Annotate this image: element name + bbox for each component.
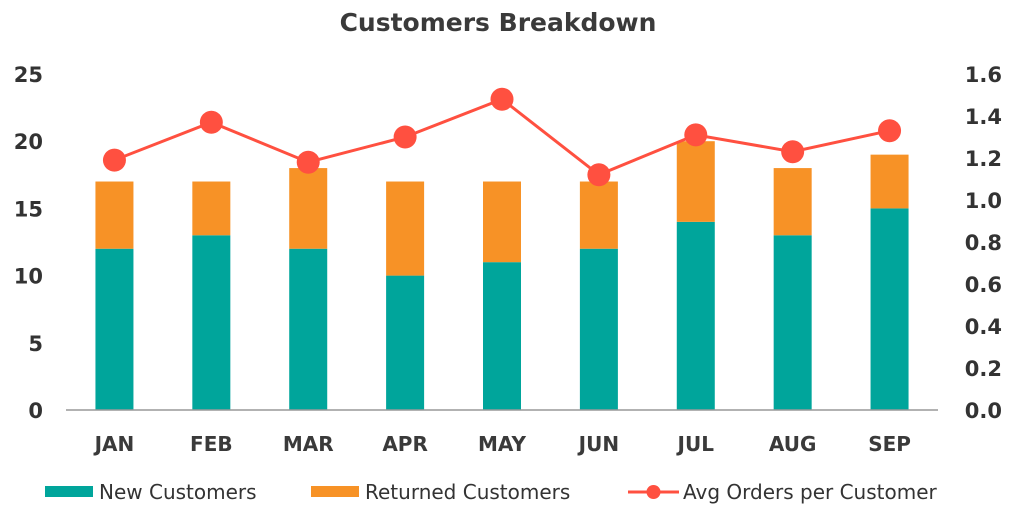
bar-new-customers [192,235,231,410]
legend-marker [646,485,661,499]
avg-orders-point [296,150,320,174]
category-label: APR [382,432,428,456]
avg-orders-point [587,163,611,187]
category-label: MAR [283,432,334,456]
bar-returned-customers [95,181,134,249]
bar-returned-customers [289,168,328,249]
bar-returned-customers [676,141,715,222]
left-tick-label: 0 [28,399,43,423]
legend-returned-customers: Returned Customers [311,480,570,504]
bar-new-customers [676,221,715,410]
bar-returned-customers [870,154,909,209]
avg-orders-point [102,148,126,172]
category-label: AUG [769,432,817,456]
legend-swatch [45,486,93,497]
bar-new-customers [386,275,425,410]
category-label: MAY [478,432,526,456]
legend-label: Avg Orders per Customer [683,480,938,504]
category-label: SEP [868,432,911,456]
right-tick-label: 0.4 [965,315,1002,339]
bar-returned-customers [192,181,231,236]
category-label: FEB [190,432,233,456]
category-label: JAN [93,432,135,456]
right-tick-label: 0.6 [965,273,1002,297]
right-tick-label: 0.8 [965,231,1002,255]
right-tick-label: 1.2 [965,147,1002,171]
legend-avg-orders: Avg Orders per Customer [628,480,938,504]
bar-new-customers [289,248,328,410]
category-label: JUL [676,432,715,456]
avg-orders-point [878,119,902,143]
customers-breakdown-chart: Customers Breakdown 0 5 10 15 20 25 0.0 0.2 0.4… [14,8,1002,504]
avg-orders-point [781,140,805,164]
legend-new-customers: New Customers [45,480,257,504]
category-label: JUN [577,432,619,456]
bar-new-customers [95,248,134,410]
avg-orders-point [393,125,417,149]
legend-label: Returned Customers [365,480,570,504]
legend: New Customers Returned Customers Avg Order… [45,480,938,504]
bar-new-customers [579,248,618,410]
bar-new-customers [773,235,812,410]
right-tick-label: 0.2 [965,357,1002,381]
bar-returned-customers [773,168,812,236]
right-tick-label: 1.6 [965,63,1002,87]
chart-title: Customers Breakdown [340,8,657,37]
legend-swatch [311,486,359,497]
bar-returned-customers [483,181,521,263]
left-tick-label: 20 [14,130,43,154]
left-tick-label: 25 [14,63,43,87]
right-axis: 0.0 0.2 0.4 0.6 0.8 1.0 1.2 1.4 1.6 [965,63,1002,423]
avg-orders-point [199,110,223,134]
avg-orders-point [684,123,708,147]
bars-group [95,141,909,410]
category-labels: JAN FEB MAR APR MAY JUN JUL AUG SEP [93,432,911,456]
left-tick-label: 10 [14,265,43,289]
left-tick-label: 5 [28,332,43,356]
right-tick-label: 1.0 [965,189,1002,213]
bar-returned-customers [386,181,425,276]
bar-new-customers [870,208,909,410]
left-tick-label: 15 [14,197,43,221]
bar-returned-customers [579,181,618,249]
right-tick-label: 0.0 [965,399,1002,423]
bar-new-customers [483,262,521,410]
avg-orders-point [490,87,514,111]
right-tick-label: 1.4 [965,105,1002,129]
legend-label: New Customers [99,480,257,504]
left-axis: 0 5 10 15 20 25 [14,63,43,423]
